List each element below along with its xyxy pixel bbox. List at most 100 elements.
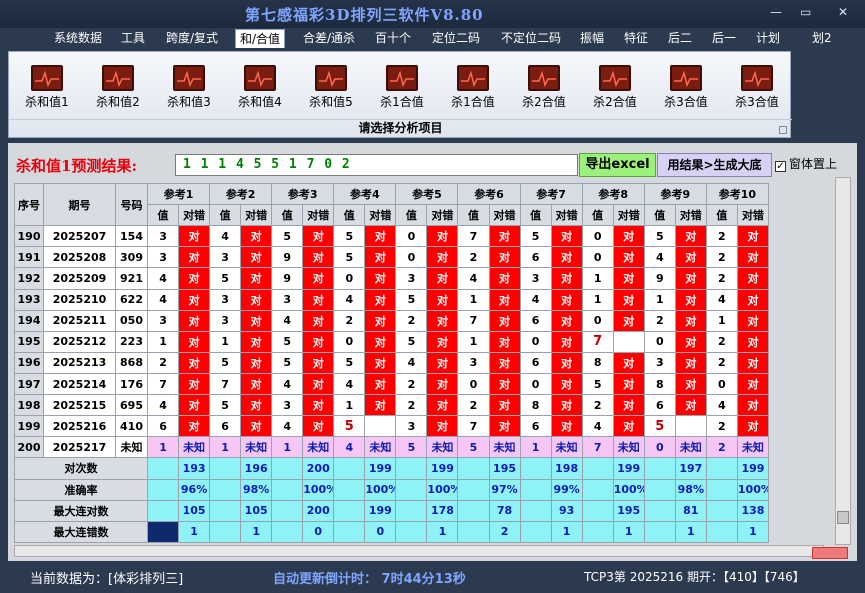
result-cell: 未知 [736,436,770,459]
stats-value: 200 [302,499,335,522]
stats-spacer [395,499,428,522]
table-row[interactable]: 191 2025208 309 3 对 3 对 9 对 5 对 0 对 2 对 6 对 0 对 4 对 2 对 [14,246,770,269]
value-cell: 7 [457,415,490,438]
menu-system-data[interactable]: 系统数据 [50,29,106,48]
ribbon-button[interactable]: 杀1合值 [440,65,506,110]
value-cell: 6 [146,415,180,438]
stats-value: 100% [426,478,459,501]
result-cell: 对 [240,225,273,248]
ribbon-button[interactable]: 杀和值2 [85,65,151,110]
value-cell: 4 [395,351,428,374]
export-excel-button[interactable]: 导出excel [579,153,656,177]
result-cell: 对 [178,288,211,311]
stats-value: 1 [612,520,645,544]
seq-cell: 197 [14,372,44,396]
table-row[interactable]: 190 2025207 154 3 对 4 对 5 对 5 对 0 对 7 对 5 对 0 对 5 对 2 对 [14,225,770,248]
result-cell: 对 [302,351,335,374]
menu-feature[interactable]: 特征 [620,29,652,48]
result-field[interactable]: 1 1 1 4 5 5 1 7 0 2 [175,154,578,176]
stats-spacer [209,457,242,480]
generate-button[interactable]: 用结果>生成大底 [657,153,772,177]
table-row[interactable]: 194 2025211 050 3 对 3 对 4 对 2 对 2 对 7 对 6 对 0 对 2 对 1 对 [14,309,770,332]
ribbon-button[interactable]: 杀3合值 [653,65,719,110]
value-cell: 2 [705,415,738,438]
period-cell: 2025215 [43,394,116,417]
stats-spacer [643,520,676,544]
result-cell: 对 [550,351,583,374]
ribbon-button[interactable]: 杀和值3 [156,65,222,110]
result-cell: 对 [736,288,770,311]
result-cell: 对 [302,225,335,248]
on-top-checkbox[interactable]: ✓ 窗体置上 [775,155,837,172]
value-cell: 6 [643,394,676,417]
ribbon-button[interactable]: 杀2合值 [511,65,577,110]
result-cell: 对 [302,246,335,269]
table-row[interactable]: 200 2025217 未知 1 未知 1 未知 1 未知 4 未知 5 未知 5 未知 1 未知 7 未知 0 未知 2… [14,436,770,459]
ribbon-button[interactable]: 杀和值1 [14,65,80,110]
table-row[interactable]: 192 2025209 921 4 对 5 对 9 对 0 对 3 对 4 对 3 对 1 对 9 对 2 对 [14,267,770,290]
menu-tools[interactable]: 工具 [117,29,149,48]
result-cell: 对 [178,394,211,417]
value-cell: 1 [457,288,490,311]
menu-span[interactable]: 跨度/复式 [162,29,222,48]
stats-value: 199 [364,499,397,522]
stats-value: 178 [426,499,459,522]
menu-plan[interactable]: 计划 [752,29,784,48]
table-row[interactable]: 199 2025216 410 6 对 6 对 4 对 5 3 对 7 对 6 对 4 对 5 2 对 [14,415,770,438]
menu-pos-two[interactable]: 定位二码 [428,29,484,48]
col-header-value: 值 [271,204,304,227]
value-cell: 0 [705,372,738,396]
ribbon-button[interactable]: 杀2合值 [582,65,648,110]
main-panel: 杀和值1预测结果: 1 1 1 4 5 5 1 7 0 2 导出excel 用结… [8,143,857,561]
ribbon-button[interactable]: 杀和值5 [298,65,364,110]
minimize-button[interactable]: — [770,5,782,19]
menu-last-two[interactable]: 后二 [664,29,696,48]
menu-amplitude[interactable]: 振幅 [576,29,608,48]
col-header-ref: 参考5 [395,182,459,206]
vertical-scrollbar[interactable] [835,177,851,545]
value-cell: 5 [333,246,366,269]
title-bar: 第七感福彩3D排列三软件V8.80 — ▭ ✕ [0,0,865,28]
value-cell: 3 [209,309,242,332]
table-row[interactable]: 195 2025212 223 1 对 1 对 5 对 0 对 5 对 1 对 0 对 7 0 对 2 对 [14,330,770,353]
col-header-ref: 参考4 [333,182,397,206]
stats-spacer [395,520,428,544]
table-row[interactable]: 196 2025213 868 2 对 5 对 5 对 5 对 4 对 3 对 6 对 8 对 3 对 2 对 [14,351,770,374]
close-button[interactable]: ✕ [838,5,848,19]
stats-value: 199 [736,457,770,480]
stats-value: 199 [364,457,397,480]
result-cell: 对 [612,246,645,269]
scrollbar-thumb[interactable] [837,511,849,524]
col-header-period: 期号 [43,182,116,227]
menu-diff[interactable]: 合差/通杀 [299,29,359,48]
result-cell: 对 [426,267,459,290]
result-cell: 对 [364,288,397,311]
menu-sum[interactable]: 和/合值 [235,29,286,48]
seq-cell: 198 [14,394,44,417]
value-cell: 4 [209,225,242,248]
col-header-result: 对错 [550,204,583,227]
menu-plan2[interactable]: 划2 [808,29,836,48]
result-cell: 对 [736,246,770,269]
result-cell: 对 [240,267,273,290]
ribbon-button[interactable]: 杀和值4 [227,65,293,110]
stats-value: 105 [240,499,273,522]
table-row[interactable]: 198 2025215 695 4 对 5 对 3 对 1 对 2 对 2 对 8 对 2 对 6 对 4 对 [14,394,770,417]
expand-icon[interactable] [779,126,787,134]
menu-nonpos-two[interactable]: 不定位二码 [497,29,565,48]
value-cell: 1 [457,330,490,353]
horizontal-scrollbar[interactable] [14,545,824,557]
result-cell [364,415,397,438]
value-cell: 6 [209,415,242,438]
code-cell: 695 [115,394,148,417]
table-row[interactable]: 197 2025214 176 7 对 7 对 4 对 4 对 2 对 0 对 0 对 5 对 8 对 0 对 [14,372,770,396]
restore-button[interactable]: ▭ [800,5,811,19]
result-cell: 对 [302,309,335,332]
table-row[interactable]: 193 2025210 622 4 对 3 对 3 对 4 对 5 对 1 对 4 对 1 对 1 对 4 对 [14,288,770,311]
menu-last-one[interactable]: 后一 [708,29,740,48]
ribbon-button[interactable]: 杀1合值 [369,65,435,110]
col-header-result: 对错 [488,204,521,227]
menu-digits[interactable]: 百十个 [371,29,415,48]
ribbon-button[interactable]: 杀3合值 [724,65,790,110]
value-cell: 5 [271,351,304,374]
